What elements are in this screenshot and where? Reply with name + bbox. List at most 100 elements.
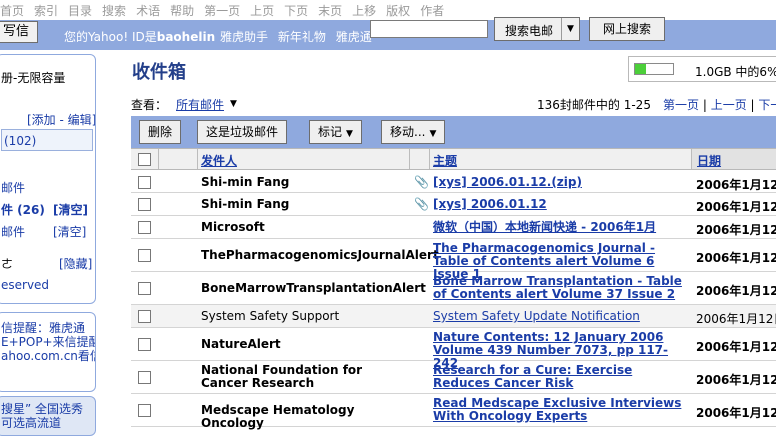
column-header-from[interactable]: 发件人: [201, 152, 237, 169]
view-label: 查看：: [131, 98, 168, 112]
top-nav-item[interactable]: 第一页: [204, 4, 240, 18]
hide-link[interactable]: [隐藏]: [59, 255, 92, 272]
row-subject[interactable]: System Safety Update Notification: [433, 310, 683, 323]
top-nav-item[interactable]: 作者: [420, 4, 444, 18]
folder-filter-select[interactable]: 所有邮件: [176, 96, 224, 113]
pager-sep: |: [702, 98, 707, 112]
top-nav-item[interactable]: 下页: [284, 4, 308, 18]
spam-button[interactable]: 这是垃圾邮件: [197, 120, 288, 144]
move-button[interactable]: 移动... ▼: [381, 120, 446, 144]
row-checkbox[interactable]: [138, 249, 151, 262]
table-row[interactable]: NatureAlert Nature Contents: 12 January 2…: [131, 328, 776, 370]
web-search-button[interactable]: 网上搜索: [589, 17, 665, 41]
table-row[interactable]: Shi-min Fang 📎 [xys] 2006.01.12 2006年1月12日: [131, 193, 776, 216]
table-row[interactable]: National Foundation for Cancer Research R…: [131, 361, 776, 394]
top-nav-item[interactable]: 目录: [68, 4, 92, 18]
row-checkbox[interactable]: [138, 221, 151, 234]
top-nav-item[interactable]: 首页: [0, 4, 24, 18]
sidebar: 册-无限容量 [添加 - 编辑] (102) 邮件 件 (26) [清空] 邮件…: [0, 54, 96, 304]
clear-trash-link[interactable]: [清空]: [53, 223, 86, 240]
top-nav-item[interactable]: 术语: [136, 4, 160, 18]
clear-sent-link[interactable]: [清空]: [53, 201, 88, 218]
top-nav-item[interactable]: 索引: [34, 4, 58, 18]
sidebar-item-sent[interactable]: 件 (26): [1, 201, 45, 218]
quota-bar: [634, 63, 674, 75]
pager-prev[interactable]: 上一页: [711, 98, 747, 112]
row-checkbox[interactable]: [138, 176, 151, 189]
column-header-date[interactable]: 日期: [697, 152, 721, 169]
table-header: 发件人 主题 日期: [131, 148, 776, 170]
top-nav-item[interactable]: 上页: [250, 4, 274, 18]
yahoo-id-prefix: 您的Yahoo! ID是: [64, 30, 157, 44]
row-checkbox[interactable]: [138, 404, 151, 417]
search-mail-button[interactable]: 搜索电邮 ▼: [494, 17, 580, 41]
row-sender: BoneMarrowTransplantationAlert: [201, 281, 426, 295]
top-nav-item[interactable]: 末页: [318, 4, 342, 18]
header-link-assistant[interactable]: 雅虎助手: [220, 30, 268, 44]
chevron-down-icon: ▼: [429, 129, 437, 139]
move-label: 移动...: [390, 125, 426, 139]
sidebar-misc: ㄜ: [1, 257, 14, 271]
header-links: 雅虎助手 新年礼物 雅虎通: [220, 28, 378, 45]
row-date: 2006年1月12日: [696, 178, 776, 192]
top-nav-item[interactable]: 上移: [352, 4, 376, 18]
chevron-down-icon[interactable]: ▼: [230, 99, 237, 109]
row-checkbox[interactable]: [138, 282, 151, 295]
header-link-gifts[interactable]: 新年礼物: [278, 30, 326, 44]
row-subject[interactable]: Read Medscape Exclusive Interviews With …: [433, 397, 683, 423]
row-checkbox[interactable]: [138, 198, 151, 211]
row-sender: Shi-min Fang: [201, 197, 290, 211]
top-nav-item[interactable]: 帮助: [170, 4, 194, 18]
column-divider: [197, 149, 198, 169]
row-sender: System Safety Support: [201, 309, 340, 323]
pager-first[interactable]: 第一页: [663, 98, 699, 112]
row-checkbox[interactable]: [138, 310, 151, 323]
promo-line-2[interactable]: 可选高流道: [1, 414, 61, 431]
delete-button[interactable]: 删除: [139, 120, 182, 144]
promo-panel: 搜星” 全国选秀 可选高流道: [0, 396, 96, 436]
row-date: 2006年1月12日: [696, 373, 776, 387]
pager-sep: |: [750, 98, 755, 112]
row-sender: Medscape Hematology Oncology: [201, 403, 355, 430]
row-subject[interactable]: 微软（中国）本地新闻快递 - 2006年1月: [433, 221, 683, 234]
table-row[interactable]: BoneMarrowTransplantationAlert Bone Marro…: [131, 272, 776, 305]
table-row[interactable]: System Safety Support System Safety Updat…: [131, 305, 776, 328]
sidebar-item-draft[interactable]: 邮件: [1, 179, 25, 196]
row-sender: ThePharmacogenomicsJournalAlert: [201, 248, 439, 262]
sidebar-item-trash[interactable]: 邮件: [1, 223, 25, 240]
storage-quota: 1.0GB 中的6%: [628, 56, 776, 82]
select-all-checkbox[interactable]: [138, 153, 151, 166]
top-nav-item[interactable]: 搜索: [102, 4, 126, 18]
storage-label: 册-无限容量: [1, 71, 66, 85]
header-bar: 写信 您的Yahoo! ID是baohelin 雅虎助手 新年礼物 雅虎通 搜索…: [0, 17, 776, 50]
row-subject[interactable]: Bone Marrow Transplantation - Table of C…: [433, 275, 683, 301]
pager-next[interactable]: 下一页: [758, 98, 776, 112]
chevron-down-icon[interactable]: ▼: [561, 18, 579, 40]
paperclip-icon: 📎: [414, 197, 429, 211]
mark-button[interactable]: 标记 ▼: [309, 120, 362, 144]
row-date: 2006年1月12日: [696, 200, 776, 214]
folders-add-edit-link[interactable]: [添加 - 编辑]: [27, 111, 95, 128]
notify-line-3[interactable]: ahoo.com.cn看信: [1, 347, 95, 364]
table-row[interactable]: Medscape Hematology Oncology Read Medscap…: [131, 394, 776, 430]
top-nav-item[interactable]: 版权: [386, 4, 410, 18]
table-row[interactable]: Shi-min Fang 📎 [xys] 2006.01.12.(zip) 2006年…: [131, 171, 776, 193]
row-sender: NatureAlert: [201, 337, 281, 351]
header-link-messenger[interactable]: 雅虎通: [336, 30, 372, 44]
table-row[interactable]: ThePharmacogenomicsJournalAlert The Pharm…: [131, 239, 776, 281]
row-date: 2006年1月12日: [696, 223, 776, 237]
row-subject[interactable]: Research for a Cure: Exercise Reduces Ca…: [433, 364, 683, 390]
inbox-count: (102): [4, 134, 37, 148]
row-subject[interactable]: [xys] 2006.01.12: [433, 198, 683, 211]
pager-count: 136封邮件中的 1-25: [537, 98, 663, 112]
row-checkbox[interactable]: [138, 338, 151, 351]
row-subject[interactable]: [xys] 2006.01.12.(zip): [433, 176, 683, 189]
row-checkbox[interactable]: [138, 371, 151, 384]
column-header-subject[interactable]: 主题: [433, 152, 457, 169]
compose-button[interactable]: 写信: [0, 21, 38, 43]
paperclip-icon: 📎: [414, 175, 429, 189]
search-input[interactable]: [370, 20, 488, 38]
sidebar-item-inbox[interactable]: (102): [1, 129, 93, 151]
table-row[interactable]: Microsoft 微软（中国）本地新闻快递 - 2006年1月 2006年1月12…: [131, 216, 776, 239]
column-divider: [429, 149, 430, 169]
